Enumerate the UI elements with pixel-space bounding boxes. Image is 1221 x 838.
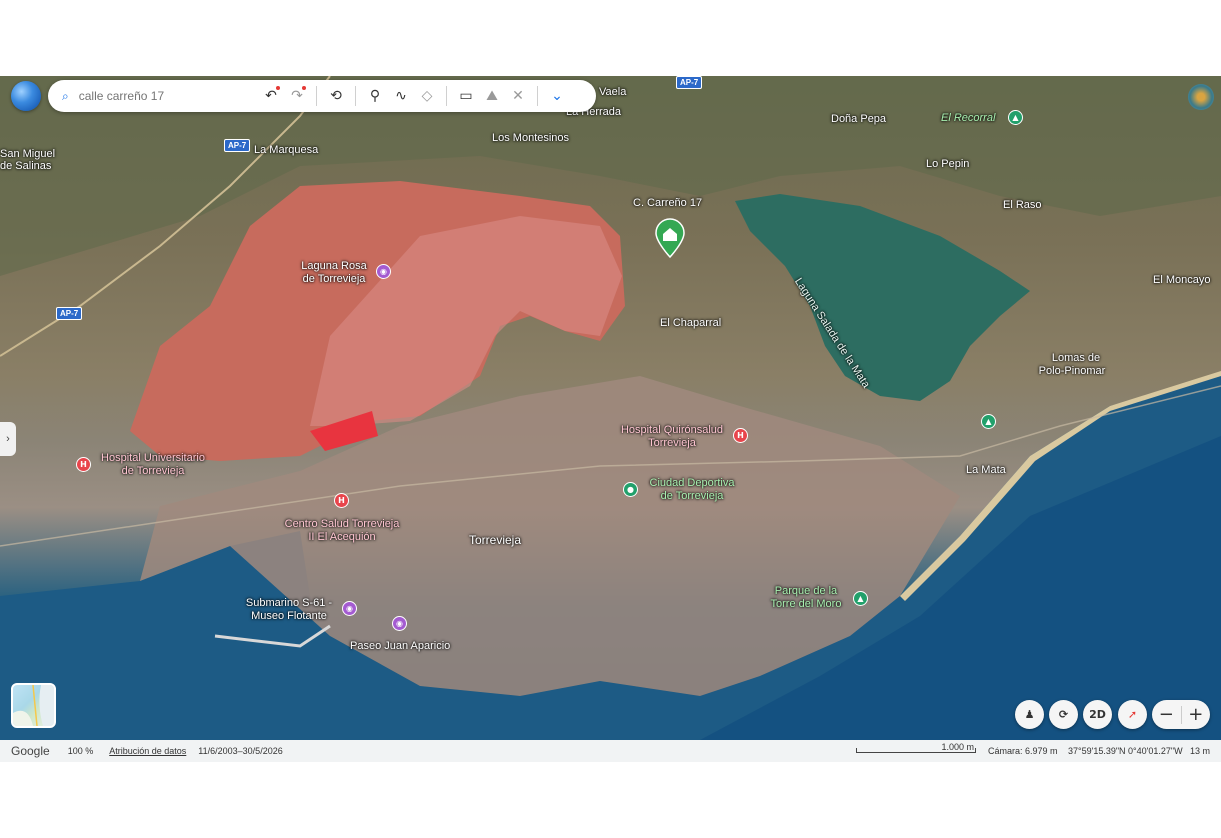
address-label: C. Carreño 17 [633,197,703,209]
sports-label: Ciudad Deportiva [649,477,735,489]
tools-icon[interactable]: ✕ [505,83,531,109]
scale-bar: 1.000 m [856,740,976,756]
pegman-icon[interactable]: ♟ [1015,700,1044,729]
earth-window: Doña Pepa El Recorral ▲ Lo Pepin El Raso… [0,76,1221,762]
museum-label: Submarino S-61 - [245,597,333,609]
search-box[interactable]: ⌕ [48,80,258,112]
polygon-icon[interactable]: ◇ [414,83,440,109]
redo-icon[interactable]: ↷ [284,83,310,109]
road-shield: AP-7 [224,139,251,152]
undo-icon[interactable]: ↶ [258,83,284,109]
place-label: El Chaparral [660,317,722,329]
park-icon[interactable]: ▲ [1008,110,1023,125]
top-toolbar: ⌕ ↶ ↷ ⟲ ⚲ ∿ ◇ ▭ ⛰ ✕ ⌄ [48,80,596,112]
map-terrain [0,76,1221,740]
lagoon-label: Laguna Rosa [301,260,367,272]
zoom-percent: 100 % [67,746,94,756]
side-panel-toggle-icon[interactable]: › [0,422,16,456]
ruler-icon[interactable]: ▭ [453,83,479,109]
map-style-thumbnail[interactable] [11,683,56,728]
park-icon[interactable]: ▲ [853,591,868,606]
road-shield: AP-7 [676,76,703,89]
park-label: Parque de la [774,585,838,597]
hospital-label: Hospital Universitario [101,452,205,464]
hospital-icon[interactable]: H [76,457,91,472]
attribution-link[interactable]: Atribución de datos [109,746,186,756]
zoom-control: − + [1152,700,1210,729]
park-icon[interactable]: ▲ [981,414,996,429]
ground-altitude: 13 m [1190,746,1211,756]
sports-icon[interactable]: ● [623,482,638,497]
hospital-label: Torrevieja [648,437,696,449]
status-bar: Google 100 % Atribución de datos 11/6/20… [0,740,1221,762]
park-label: Torre del Moro [770,598,842,610]
place-label: El Recorral [941,112,996,124]
hospital-icon[interactable]: H [334,493,349,508]
placemark-icon[interactable]: ⚲ [362,83,388,109]
green-lagoon [735,194,1030,401]
health-center-label: II El Acequión [308,531,376,543]
sports-label: de Torrevieja [660,490,724,502]
road-shield: AP-7 [56,307,83,320]
satellite-map[interactable]: Doña Pepa El Recorral ▲ Lo Pepin El Raso… [0,76,1221,740]
search-input[interactable] [78,89,239,103]
place-label: La Marquesa [254,144,319,156]
path-icon[interactable]: ∿ [388,83,414,109]
rotate-icon[interactable]: ⟳ [1049,700,1078,729]
google-logo: Google [11,744,50,758]
history-icon[interactable]: ⟲ [323,83,349,109]
place-label: El Moncayo [1153,274,1211,286]
health-center-label: Centro Salud Torrevieja [284,518,400,530]
toggle-2d-button[interactable]: 2D [1083,700,1112,729]
zoom-in-button[interactable]: + [1182,704,1211,725]
paseo-label: Paseo Juan Aparicio [350,640,451,652]
hospital-icon[interactable]: H [733,428,748,443]
camera-altitude: Cámara: 6.979 m [988,746,1058,756]
image-overlay-icon[interactable]: ⛰ [479,83,505,109]
place-label: San Miguel [0,148,56,160]
place-label: Vaela [599,86,627,98]
camera-poi-icon[interactable]: ◉ [376,264,391,279]
museum-label: Museo Flotante [251,610,327,622]
camera-poi-icon[interactable]: ◉ [342,601,357,616]
earth-logo-icon[interactable] [11,81,41,111]
place-label: Polo-Pinomar [1038,365,1106,377]
place-label: de Salinas [0,160,52,172]
hospital-label: de Torrevieja [121,465,185,477]
chevron-down-icon[interactable]: ⌄ [544,83,570,109]
compass-icon[interactable]: ➚ [1118,700,1147,729]
city-label: Torrevieja [469,533,522,547]
place-label: Lo Pepin [926,158,970,170]
place-label: Lomas de [1051,352,1101,364]
account-avatar[interactable] [1188,84,1214,110]
home-pin-icon[interactable] [654,218,686,258]
place-label: Los Montesinos [492,132,570,144]
coordinates: 37°59'15.39"N 0°40'01.27"W [1068,746,1183,756]
place-label: Doña Pepa [831,113,887,125]
hospital-label: Hospital Quirónsalud [620,424,724,436]
place-label: El Raso [1003,199,1042,211]
lagoon-label: de Torrevieja [302,273,366,285]
imagery-dates: 11/6/2003–30/5/2026 [198,746,283,756]
camera-poi-icon[interactable]: ◉ [392,616,407,631]
search-icon: ⌕ [62,88,69,103]
zoom-out-button[interactable]: − [1152,704,1181,725]
place-label: La Mata [966,464,1006,476]
